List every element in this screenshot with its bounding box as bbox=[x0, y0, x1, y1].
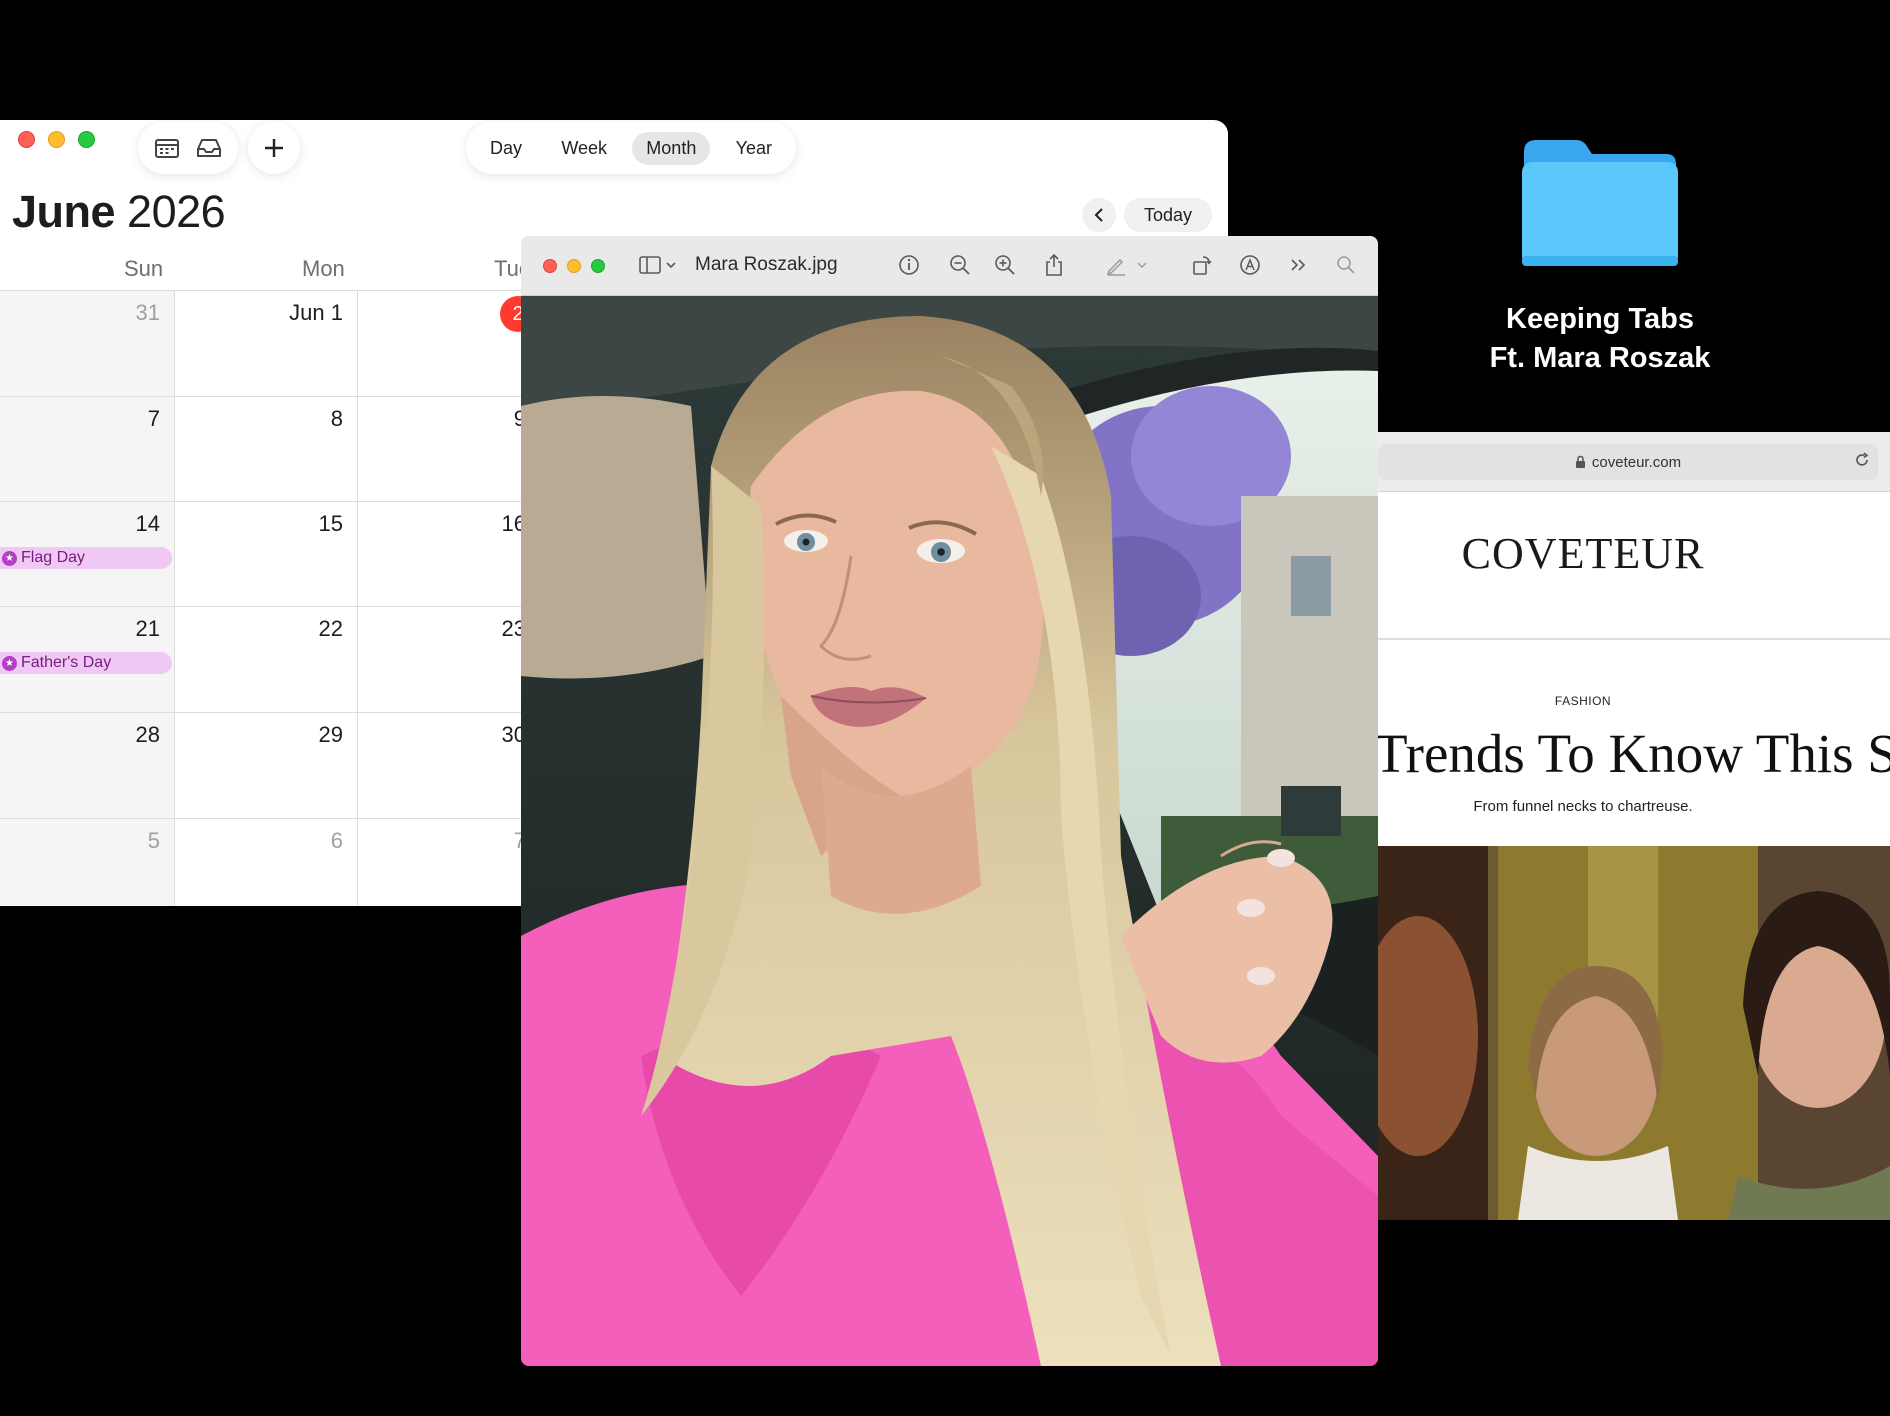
view-month-button[interactable]: Month bbox=[632, 131, 711, 165]
preview-toolbar: Mara Roszak.jpg bbox=[521, 236, 1378, 296]
address-bar[interactable]: coveteur.com bbox=[1378, 444, 1878, 480]
day-cell-30[interactable]: 30 bbox=[466, 722, 526, 748]
article-headline[interactable]: Trends To Know This Se bbox=[1378, 722, 1890, 785]
search-icon[interactable] bbox=[1331, 250, 1361, 280]
star-icon: ★ bbox=[2, 550, 17, 566]
weekday-mon: Mon bbox=[302, 256, 345, 281]
calendar-list-icon[interactable] bbox=[154, 137, 180, 159]
day-cell-jul-6[interactable]: 6 bbox=[283, 828, 343, 854]
minimize-button[interactable] bbox=[48, 131, 65, 148]
day-cell-9[interactable]: 9 bbox=[466, 406, 526, 432]
event-label: Father's Day bbox=[21, 654, 112, 671]
view-day-button[interactable]: Day bbox=[476, 132, 536, 165]
day-cell-23[interactable]: 23 bbox=[466, 616, 526, 642]
day-cell-jul-5[interactable]: 5 bbox=[100, 828, 160, 854]
zoom-in-icon[interactable] bbox=[990, 250, 1020, 280]
day-cell-8[interactable]: 8 bbox=[283, 406, 343, 432]
markup-circle-icon[interactable] bbox=[1235, 250, 1265, 280]
day-cell-29[interactable]: 29 bbox=[283, 722, 343, 748]
markup-pen-icon[interactable] bbox=[1101, 250, 1131, 280]
close-button[interactable] bbox=[543, 259, 557, 273]
window-controls bbox=[543, 259, 605, 273]
day-cell-14[interactable]: 14 bbox=[100, 511, 160, 537]
previous-month-button[interactable] bbox=[1082, 198, 1116, 232]
folder-label[interactable]: Keeping Tabs Ft. Mara Roszak bbox=[1430, 300, 1770, 378]
star-icon: ★ bbox=[2, 655, 17, 671]
article-hero-image[interactable] bbox=[1378, 846, 1890, 1220]
event-fathers-day[interactable]: ★ Father's Day bbox=[0, 652, 172, 674]
day-cell-may-31[interactable]: 31 bbox=[100, 300, 160, 326]
browser-toolbar: coveteur.com bbox=[1378, 432, 1890, 492]
url-text: coveteur.com bbox=[1591, 453, 1682, 471]
day-cell-15[interactable]: 15 bbox=[283, 511, 343, 537]
lock-icon bbox=[1575, 455, 1585, 468]
chevron-down-icon[interactable] bbox=[1133, 250, 1151, 280]
window-controls bbox=[18, 131, 95, 148]
article-subtitle: From funnel necks to chartreuse. bbox=[1473, 798, 1693, 815]
day-cell-16[interactable]: 16 bbox=[466, 511, 526, 537]
window-title: Mara Roszak.jpg bbox=[695, 254, 838, 275]
chevron-left-icon bbox=[1094, 208, 1103, 222]
zoom-out-icon[interactable] bbox=[945, 250, 975, 280]
minimize-button[interactable] bbox=[567, 259, 581, 273]
info-icon[interactable] bbox=[894, 250, 924, 280]
folder-icon[interactable] bbox=[1518, 134, 1682, 272]
weekday-sun: Sun bbox=[124, 256, 164, 281]
chevron-down-icon[interactable] bbox=[661, 250, 681, 280]
rotate-icon[interactable] bbox=[1187, 250, 1217, 280]
inbox-icon[interactable] bbox=[195, 137, 223, 159]
day-cell-28[interactable]: 28 bbox=[100, 722, 160, 748]
more-icon[interactable] bbox=[1284, 250, 1314, 280]
share-icon[interactable] bbox=[1039, 250, 1069, 280]
year-label: 2026 bbox=[127, 186, 226, 237]
view-switcher: Day Week Month Year bbox=[466, 122, 796, 174]
add-event-button[interactable] bbox=[248, 122, 300, 174]
today-button[interactable]: Today bbox=[1124, 198, 1212, 232]
site-logo[interactable]: COVETEUR bbox=[1378, 528, 1788, 579]
zoom-button[interactable] bbox=[591, 259, 605, 273]
view-week-button[interactable]: Week bbox=[547, 132, 621, 165]
sunday-column bbox=[0, 290, 174, 906]
article-category[interactable]: FASHION bbox=[1378, 694, 1788, 708]
close-button[interactable] bbox=[18, 131, 35, 148]
day-cell-jun-1[interactable]: Jun 1 bbox=[283, 300, 343, 326]
event-label: Flag Day bbox=[21, 549, 86, 566]
view-year-button[interactable]: Year bbox=[722, 132, 786, 165]
plus-icon bbox=[263, 137, 285, 159]
preview-window: Mara Roszak.jpg bbox=[521, 236, 1378, 1366]
folder-label-line1: Keeping Tabs bbox=[1506, 303, 1694, 335]
month-name: June bbox=[12, 186, 116, 237]
calendar-toolbar-icons bbox=[138, 122, 238, 174]
event-flag-day[interactable]: ★ Flag Day bbox=[0, 547, 172, 569]
browser-window: coveteur.com COVETEUR FASHION Trends To … bbox=[1378, 432, 1890, 1220]
photo-image[interactable] bbox=[521, 296, 1378, 1366]
reload-icon[interactable] bbox=[1854, 452, 1870, 473]
day-cell-7[interactable]: 7 bbox=[100, 406, 160, 432]
day-cell-jul-7[interactable]: 7 bbox=[466, 828, 526, 854]
folder-label-line2: Ft. Mara Roszak bbox=[1489, 342, 1711, 374]
day-cell-21[interactable]: 21 bbox=[100, 616, 160, 642]
day-cell-22[interactable]: 22 bbox=[283, 616, 343, 642]
header-divider bbox=[1378, 638, 1890, 640]
zoom-button[interactable] bbox=[78, 131, 95, 148]
month-title: June 2026 bbox=[12, 186, 226, 238]
